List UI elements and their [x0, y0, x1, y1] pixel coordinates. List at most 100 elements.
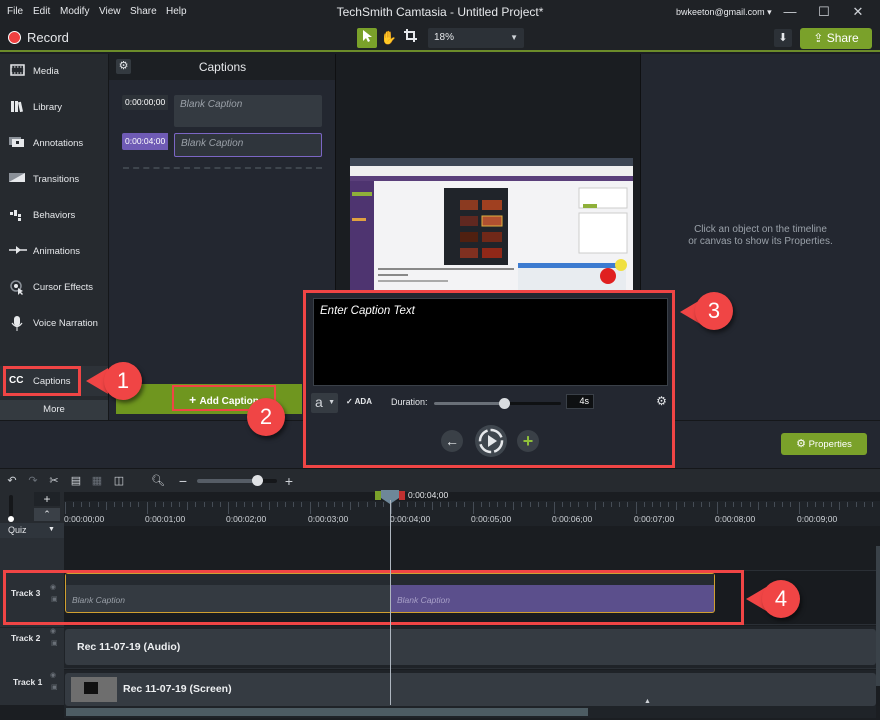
- caption-text[interactable]: Blank Caption: [174, 95, 322, 127]
- pan-tool-button[interactable]: ✋: [379, 28, 399, 48]
- ruler-label: 0:00:04;00: [390, 514, 431, 524]
- add-track-button[interactable]: +: [34, 492, 60, 506]
- share-button[interactable]: ⇪ Share: [800, 28, 872, 49]
- callout-highlight-1: [3, 366, 81, 396]
- zoom-level-select[interactable]: 18% ▼: [428, 28, 524, 48]
- menu-share[interactable]: Share: [130, 6, 157, 17]
- horizontal-scrollbar[interactable]: [64, 706, 876, 718]
- ruler-tick: [301, 502, 303, 507]
- minimize-button[interactable]: —: [775, 3, 805, 21]
- lock-icon[interactable]: ▣: [51, 639, 58, 647]
- ruler-tick: [285, 502, 287, 507]
- menu-file[interactable]: File: [7, 6, 23, 17]
- lock-icon[interactable]: ▣: [51, 683, 58, 691]
- vertical-scrollbar[interactable]: [876, 546, 880, 686]
- cut-button[interactable]: ✂: [45, 472, 63, 490]
- chevron-down-icon: ▼: [328, 399, 335, 406]
- undo-icon: ↶: [7, 475, 17, 487]
- eye-icon[interactable]: ◉: [50, 627, 56, 635]
- gear-icon[interactable]: ⚙: [655, 395, 668, 408]
- zoom-out-button[interactable]: −: [174, 472, 192, 490]
- play-caption-button[interactable]: [475, 425, 507, 457]
- previous-caption-button[interactable]: ←: [441, 430, 463, 452]
- copy-icon: ▤: [70, 475, 82, 487]
- menu-help[interactable]: Help: [166, 6, 187, 17]
- sidebar-item-annotations[interactable]: Annotations: [0, 129, 108, 159]
- paste-button[interactable]: ▦: [88, 472, 106, 490]
- record-label: Record: [27, 30, 69, 45]
- horizontal-scroll-thumb[interactable]: [66, 708, 588, 716]
- redo-button[interactable]: ↷: [24, 472, 42, 490]
- duration-slider-thumb[interactable]: [498, 398, 510, 409]
- ruler-tick: [651, 502, 653, 507]
- split-button[interactable]: ◫: [110, 472, 128, 490]
- ruler-tick: [570, 502, 572, 507]
- sidebar-item-behaviors[interactable]: Behaviors: [0, 201, 108, 231]
- select-tool-button[interactable]: [357, 28, 377, 48]
- menu-view[interactable]: View: [99, 6, 121, 17]
- caption-text[interactable]: Blank Caption: [174, 133, 322, 157]
- quiz-track-dropdown[interactable]: Quiz ▼: [0, 523, 64, 538]
- canvas-preview[interactable]: [350, 158, 633, 292]
- zoom-fit-button[interactable]: 🔍︎: [149, 472, 167, 490]
- timeline-ruler[interactable]: 0:00:00;00 0:00:01;00 0:00:02;00 0:00:03…: [64, 492, 880, 526]
- audio-clip[interactable]: Rec 11-07-19 (Audio): [65, 629, 876, 665]
- properties-button[interactable]: ⚙ Properties: [781, 433, 867, 455]
- track-height-thumb[interactable]: [8, 516, 14, 522]
- timeline-zoom-fill: [197, 479, 257, 483]
- chevron-down-icon: ▼: [510, 33, 518, 42]
- sidebar-item-transitions[interactable]: Transitions: [0, 165, 108, 195]
- ada-compliance-toggle[interactable]: ✓ ADA: [346, 397, 372, 406]
- clip-label: Rec 11-07-19 (Audio): [77, 641, 181, 653]
- split-icon: ◫: [113, 475, 125, 487]
- timeline-zoom-thumb[interactable]: [252, 475, 263, 486]
- timeline-zoom-slider[interactable]: [197, 475, 277, 486]
- arrow-cursor-icon: [363, 30, 372, 42]
- callout-badge-1: 1: [104, 362, 142, 400]
- ruler-tick: [431, 502, 433, 510]
- duration-input[interactable]: 4s: [566, 394, 594, 409]
- sidebar-more-button[interactable]: More: [0, 400, 108, 420]
- sidebar-item-library[interactable]: Library: [0, 93, 108, 123]
- download-button[interactable]: ⬇: [774, 29, 792, 47]
- selection-end-handle[interactable]: [399, 491, 405, 500]
- ruler-tick: [211, 502, 213, 507]
- eye-icon[interactable]: ◉: [50, 671, 56, 679]
- ruler-tick: [847, 502, 849, 507]
- sidebar-item-cursor-effects[interactable]: Cursor Effects: [0, 273, 108, 303]
- ruler-tick: [244, 502, 246, 507]
- expand-up-icon[interactable]: ▲: [644, 698, 654, 706]
- sidebar-item-animations[interactable]: Animations: [0, 237, 108, 267]
- record-icon: [8, 31, 21, 44]
- clip-thumbnail: [71, 677, 117, 702]
- menu-modify[interactable]: Modify: [60, 6, 89, 17]
- zoom-in-button[interactable]: +: [280, 472, 298, 490]
- account-menu[interactable]: bwkeeton@gmail.com ▾: [676, 7, 772, 18]
- ruler-tick: [162, 502, 164, 507]
- screen-clip[interactable]: Rec 11-07-19 (Screen): [65, 673, 876, 706]
- ruler-tick: [741, 502, 743, 507]
- sidebar-item-voice-narration[interactable]: Voice Narration: [0, 309, 108, 339]
- sidebar-item-media[interactable]: Media: [0, 57, 108, 87]
- ruler-tick: [537, 502, 539, 507]
- ruler-tick: [97, 502, 99, 507]
- ruler-tick: [423, 502, 425, 507]
- crop-tool-button[interactable]: [400, 28, 420, 48]
- menu-edit[interactable]: Edit: [33, 6, 50, 17]
- close-button[interactable]: ✕: [843, 3, 873, 21]
- collapse-tracks-button[interactable]: ⌃: [34, 508, 60, 521]
- duration-slider[interactable]: [434, 398, 561, 409]
- ruler-tick: [472, 502, 474, 514]
- maximize-button[interactable]: ☐: [809, 3, 839, 21]
- caption-text-input[interactable]: Enter Caption Text: [313, 298, 668, 386]
- ruler-tick: [73, 502, 75, 507]
- ruler-tick: [790, 502, 792, 507]
- undo-button[interactable]: ↶: [3, 472, 21, 490]
- ruler-marker-strip: [64, 492, 880, 501]
- ruler-tick: [439, 502, 441, 507]
- font-style-dropdown[interactable]: a ▼: [311, 393, 338, 413]
- add-next-caption-button[interactable]: +: [517, 430, 539, 452]
- download-icon: ⬇: [778, 32, 788, 44]
- copy-button[interactable]: ▤: [67, 472, 85, 490]
- ruler-tick: [496, 502, 498, 507]
